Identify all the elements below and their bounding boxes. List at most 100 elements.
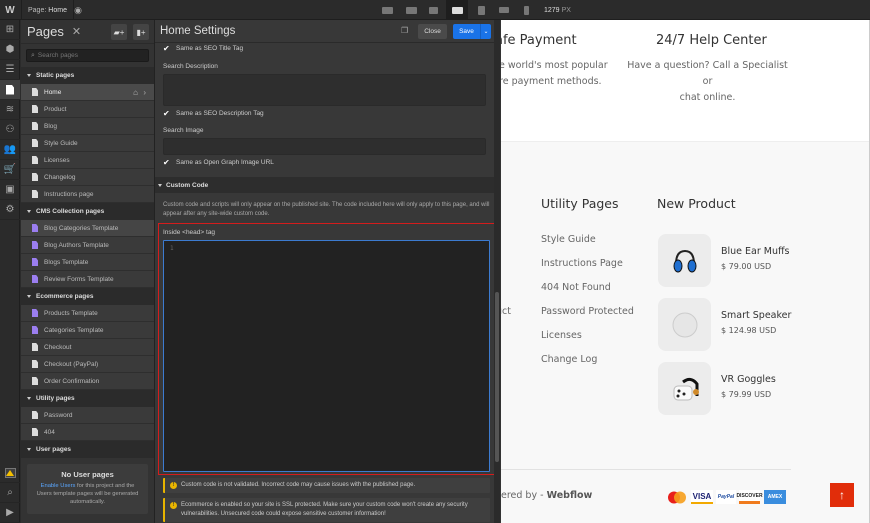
duplicate-icon[interactable]: ❐ xyxy=(401,26,411,36)
section-static-pages[interactable]: Static pages xyxy=(21,67,154,84)
back-to-top-button[interactable]: ↑ xyxy=(830,483,854,507)
headphones-icon xyxy=(658,234,711,287)
tablet-icon[interactable] xyxy=(470,0,492,20)
utility-link[interactable]: Style Guide xyxy=(541,234,596,245)
design-canvas[interactable]: afe Payment he world's most popular ure p… xyxy=(500,20,870,523)
product-card[interactable]: Blue Ear Muffs $ 79.00 USD xyxy=(658,234,798,288)
head-code-editor[interactable]: 1 xyxy=(163,240,490,472)
add-folder-icon[interactable]: ▰+ xyxy=(111,24,127,40)
desktop-xl-icon[interactable] xyxy=(376,0,398,20)
cms-icon[interactable]: ≋ xyxy=(0,100,20,120)
amex-icon: AMEX xyxy=(764,490,786,504)
webflow-logo-icon[interactable]: W xyxy=(0,0,20,20)
warning-text: Custom code is not validated. Incorrect … xyxy=(181,482,416,488)
enable-users-link[interactable]: Enable Users xyxy=(41,483,76,489)
same-as-og-image-checkbox[interactable]: ✔ Same as Open Graph Image URL xyxy=(163,157,486,167)
team-icon[interactable]: 👥 xyxy=(0,140,20,160)
page-item[interactable]: Style Guide xyxy=(21,135,154,152)
page-item[interactable]: Changelog xyxy=(21,169,154,186)
users-icon[interactable]: ⚇ xyxy=(0,120,20,140)
cube-icon[interactable]: ⬢ xyxy=(0,40,20,60)
left-toolbar: ⊞ ⬢ ☰ ≋ ⚇ 👥 🛒 ▣ ⚙ ⌕ ▶ xyxy=(0,20,20,523)
utility-link[interactable]: Change Log xyxy=(541,354,597,365)
mobile-landscape-icon[interactable] xyxy=(493,0,515,20)
settings-header: Home Settings ❐ Close Save ⌄ xyxy=(155,20,494,43)
warning-icon[interactable] xyxy=(0,463,20,483)
search-description-input[interactable] xyxy=(163,74,486,106)
page-item[interactable]: Categories Template xyxy=(21,322,154,339)
feature-desc: Have a question? Call a Specialist or cha… xyxy=(627,60,788,103)
checkmark-icon: ✔ xyxy=(163,108,170,118)
page-item[interactable]: Home ⌂ › xyxy=(21,84,154,101)
search-icon[interactable]: ⌕ xyxy=(0,483,20,503)
section-utility-pages[interactable]: Utility pages xyxy=(21,390,154,407)
same-as-seo-description-checkbox[interactable]: ✔ Same as SEO Description Tag xyxy=(163,108,486,118)
top-bar: W Page: Home ◉ 1279 PX xyxy=(0,0,870,20)
mastercard-icon xyxy=(667,490,687,504)
page-item[interactable]: Checkout xyxy=(21,339,154,356)
page-item[interactable]: 404 xyxy=(21,424,154,441)
speaker-icon xyxy=(658,298,711,351)
product-name: Blue Ear Muffs xyxy=(721,246,790,257)
ecommerce-icon[interactable]: 🛒 xyxy=(0,160,20,180)
desktop-base-icon[interactable] xyxy=(446,0,468,20)
page-item[interactable]: Password xyxy=(21,407,154,424)
page-icon xyxy=(32,411,38,419)
page-item-label: 404 xyxy=(44,428,55,436)
page-item[interactable]: Instructions page xyxy=(21,186,154,203)
utility-link[interactable]: Licenses xyxy=(541,330,582,341)
add-icon[interactable]: ⊞ xyxy=(0,20,20,40)
eye-icon[interactable]: ◉ xyxy=(70,0,86,20)
search-pages-field[interactable]: ⌕ xyxy=(26,49,149,62)
page-item[interactable]: Blog Categories Template xyxy=(21,220,154,237)
custom-code-description: Custom code and scripts will only appear… xyxy=(163,202,490,217)
caret-down-icon xyxy=(27,397,31,400)
product-card[interactable]: VR Goggles $ 79.99 USD xyxy=(658,362,798,416)
same-as-seo-title-checkbox[interactable]: ✔ Same as SEO Title Tag xyxy=(163,43,486,53)
save-button[interactable]: Save xyxy=(453,24,480,39)
page-item[interactable]: Order Confirmation xyxy=(21,373,154,390)
save-options-chevron-down-icon[interactable]: ⌄ xyxy=(480,24,491,39)
utility-link[interactable]: 404 Not Found xyxy=(541,282,611,293)
product-card[interactable]: Smart Speaker $ 124.98 USD xyxy=(658,298,798,352)
page-item[interactable]: Checkout (PayPal) xyxy=(21,356,154,373)
search-image-label: Search Image xyxy=(163,126,204,134)
page-item[interactable]: Blog Authors Template xyxy=(21,237,154,254)
caret-down-icon xyxy=(27,448,31,451)
visa-icon: VISA xyxy=(691,490,713,504)
scrollbar-thumb[interactable] xyxy=(495,292,499,462)
chevron-right-icon[interactable]: › xyxy=(143,88,146,97)
settings-icon[interactable]: ⚙ xyxy=(0,200,20,220)
cms-page-icon xyxy=(32,309,38,317)
custom-code-section-header[interactable]: Custom Code xyxy=(155,177,494,193)
pages-list: Static pages Home ⌂ › Product Blog Style Guide… xyxy=(21,67,154,458)
page-item[interactable]: Blogs Template xyxy=(21,254,154,271)
page-item[interactable]: Review Forms Template xyxy=(21,271,154,288)
search-image-input[interactable] xyxy=(163,138,486,155)
close-button[interactable]: Close xyxy=(418,24,447,39)
section-cms-collection-pages[interactable]: CMS Collection pages xyxy=(21,203,154,220)
current-page-selector[interactable]: Page: Home xyxy=(21,0,74,20)
page-item[interactable]: Product xyxy=(21,101,154,118)
assets-icon[interactable]: ▣ xyxy=(0,180,20,200)
section-user-pages[interactable]: User pages xyxy=(21,441,154,458)
utility-link[interactable]: Password Protected xyxy=(541,306,634,317)
close-icon[interactable]: ✕ xyxy=(72,25,81,38)
checkbox-label: Same as SEO Description Tag xyxy=(176,109,264,117)
utility-link[interactable]: Instructions Page xyxy=(541,258,623,269)
page-item[interactable]: Products Template xyxy=(21,305,154,322)
pages-icon[interactable] xyxy=(0,80,20,100)
video-icon[interactable]: ▶ xyxy=(0,503,20,523)
add-page-icon[interactable]: ▮+ xyxy=(133,24,149,40)
desktop-l-icon[interactable] xyxy=(400,0,422,20)
navigator-icon[interactable]: ☰ xyxy=(0,60,20,80)
footer-link[interactable]: uct xyxy=(501,306,511,317)
mobile-portrait-icon[interactable] xyxy=(515,0,537,20)
webflow-link[interactable]: Webflow xyxy=(547,490,593,501)
desktop-m-icon[interactable] xyxy=(422,0,444,20)
page-item[interactable]: Blog xyxy=(21,118,154,135)
search-pages-input[interactable] xyxy=(37,52,138,59)
checkmark-icon: ✔ xyxy=(163,43,170,53)
section-ecommerce-pages[interactable]: Ecommerce pages xyxy=(21,288,154,305)
page-item[interactable]: Licenses xyxy=(21,152,154,169)
